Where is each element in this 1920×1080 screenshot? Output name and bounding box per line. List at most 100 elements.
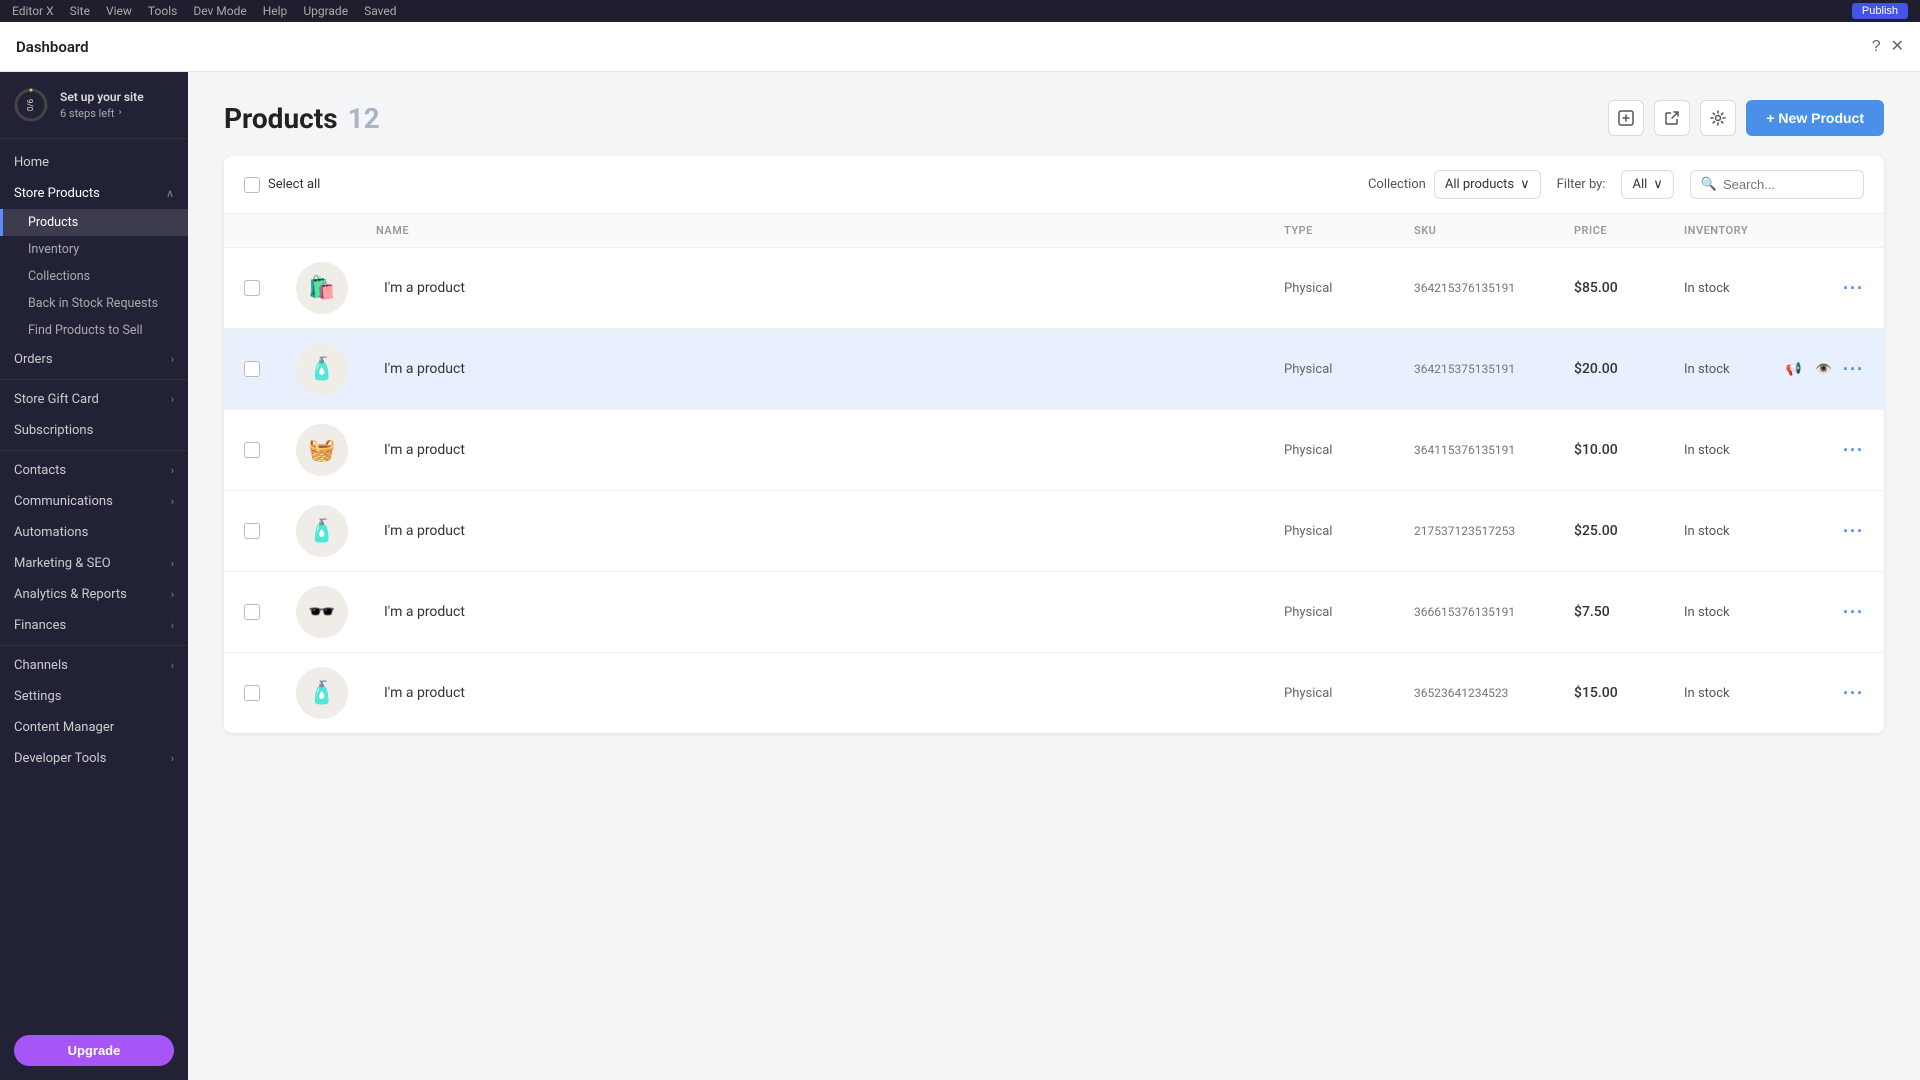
row-checkbox [244, 685, 296, 701]
promote-btn[interactable]: 📢 [1783, 358, 1805, 380]
sidebar-item-developer-tools[interactable]: Developer Tools › [0, 743, 188, 774]
product-price: $10.00 [1574, 442, 1684, 458]
sidebar-item-inventory[interactable]: Inventory [0, 236, 188, 263]
product-inventory: In stock [1684, 605, 1804, 620]
main-layout: 0/6 Set up your site 6 steps left › Home [0, 72, 1920, 1080]
row-checkbox [244, 280, 296, 296]
product-inventory: In stock [1684, 686, 1804, 701]
row-select-checkbox[interactable] [244, 685, 260, 701]
close-button[interactable]: ✕ [1891, 39, 1904, 55]
new-product-button[interactable]: + New Product [1746, 100, 1884, 136]
product-type: Physical [1284, 362, 1414, 377]
more-btn[interactable]: ··· [1843, 440, 1864, 461]
sidebar-item-store-products[interactable]: Store Products ∧ [0, 178, 188, 209]
row-checkbox [244, 523, 296, 539]
view-btn[interactable]: 👁️ [1813, 358, 1835, 380]
sidebar-item-automations[interactable]: Automations [0, 517, 188, 548]
collection-chevron: ∨ [1520, 177, 1530, 192]
product-sku: 217537123517253 [1414, 524, 1574, 538]
product-inventory: In stock [1684, 443, 1804, 458]
settings-button[interactable] [1700, 100, 1736, 136]
upgrade-btn-wrap: Upgrade [0, 1021, 188, 1080]
product-type: Physical [1284, 605, 1414, 620]
view-menu[interactable]: View [106, 4, 132, 18]
help-button[interactable]: ? [1872, 39, 1881, 55]
settings-icon [1710, 110, 1726, 126]
page-title-wrap: Products 12 [224, 102, 380, 135]
search-icon: 🔍 [1701, 177, 1717, 192]
table-row[interactable]: 🧴 I'm a product Physical 364215375135191… [224, 329, 1884, 410]
row-checkbox [244, 604, 296, 620]
product-name: I'm a product [376, 442, 1284, 458]
sidebar-item-channels[interactable]: Channels › [0, 650, 188, 681]
sidebar-item-orders[interactable]: Orders › [0, 344, 188, 375]
sidebar-item-settings[interactable]: Settings [0, 681, 188, 712]
row-actions: ··· [1804, 278, 1864, 299]
devmode-menu[interactable]: Dev Mode [193, 4, 246, 18]
table-row[interactable]: 🕶️ I'm a product Physical 36661537613519… [224, 572, 1884, 653]
tools-menu[interactable]: Tools [148, 4, 177, 18]
collection-filter: Collection All products ∨ [1368, 170, 1541, 199]
select-all-wrap: Select all [244, 177, 320, 193]
product-name: I'm a product [376, 523, 1284, 539]
select-all-checkbox[interactable] [244, 177, 260, 193]
row-actions: 📢 👁️ ··· [1804, 358, 1864, 380]
row-select-checkbox[interactable] [244, 604, 260, 620]
sidebar-item-find-products[interactable]: Find Products to Sell [0, 317, 188, 344]
table-row[interactable]: 🧺 I'm a product Physical 364115376135191… [224, 410, 1884, 491]
table-row[interactable]: 🛍️ I'm a product Physical 36421537613519… [224, 248, 1884, 329]
setup-steps: 6 steps left › [60, 106, 144, 121]
setup-chevron: › [119, 106, 122, 120]
product-inventory: In stock [1684, 281, 1804, 296]
product-thumbnail: 🧴 [296, 343, 348, 395]
sidebar-item-content-manager[interactable]: Content Manager [0, 712, 188, 743]
site-menu[interactable]: Site [70, 4, 90, 18]
modal-header: Dashboard ? ✕ [0, 22, 1920, 72]
row-select-checkbox[interactable] [244, 523, 260, 539]
export-button[interactable] [1608, 100, 1644, 136]
orders-chevron: › [171, 353, 174, 366]
upgrade-menu[interactable]: Upgrade [303, 4, 348, 18]
publish-button[interactable]: Publish [1852, 3, 1908, 19]
sidebar-item-marketing-seo[interactable]: Marketing & SEO › [0, 548, 188, 579]
content-area: Products 12 [188, 72, 1920, 1080]
row-select-checkbox[interactable] [244, 361, 260, 377]
row-select-checkbox[interactable] [244, 280, 260, 296]
product-price: $7.50 [1574, 604, 1684, 620]
table-row[interactable]: 🧴 I'm a product Physical 217537123517253… [224, 491, 1884, 572]
help-menu[interactable]: Help [263, 4, 288, 18]
table-row[interactable]: 🧴 I'm a product Physical 36523641234523 … [224, 653, 1884, 733]
setup-banner[interactable]: 0/6 Set up your site 6 steps left › [0, 72, 188, 139]
sidebar-item-home[interactable]: Home [0, 147, 188, 178]
sidebar-item-finances[interactable]: Finances › [0, 610, 188, 641]
product-type: Physical [1284, 686, 1414, 701]
sidebar-item-products[interactable]: Products [0, 209, 188, 236]
search-input[interactable] [1723, 177, 1853, 192]
sidebar-item-analytics-reports[interactable]: Analytics & Reports › [0, 579, 188, 610]
external-link-button[interactable] [1654, 100, 1690, 136]
row-checkbox [244, 361, 296, 377]
product-thumbnail: 🧺 [296, 424, 348, 476]
row-select-checkbox[interactable] [244, 442, 260, 458]
all-products-label: All products [1445, 177, 1514, 192]
sidebar-item-collections[interactable]: Collections [0, 263, 188, 290]
page-actions: + New Product [1608, 100, 1884, 136]
sidebar-item-contacts[interactable]: Contacts › [0, 455, 188, 486]
more-btn[interactable]: ··· [1843, 683, 1864, 704]
sidebar-item-subscriptions[interactable]: Subscriptions [0, 415, 188, 446]
filter-dropdown[interactable]: All ∨ [1621, 170, 1673, 199]
sidebar-item-back-in-stock[interactable]: Back in Stock Requests [0, 290, 188, 317]
select-all-label[interactable]: Select all [268, 177, 320, 192]
progress-ring: 0/6 [12, 86, 50, 124]
more-btn[interactable]: ··· [1843, 359, 1864, 380]
upgrade-button[interactable]: Upgrade [14, 1035, 174, 1066]
sidebar-item-store-gift-card[interactable]: Store Gift Card › [0, 384, 188, 415]
collection-dropdown[interactable]: All products ∨ [1434, 170, 1541, 199]
gift-card-chevron: › [171, 393, 174, 406]
sidebar-item-communications[interactable]: Communications › [0, 486, 188, 517]
product-thumbnail: 🛍️ [296, 262, 348, 314]
export-icon [1618, 110, 1634, 126]
more-btn[interactable]: ··· [1843, 602, 1864, 623]
more-btn[interactable]: ··· [1843, 521, 1864, 542]
more-btn[interactable]: ··· [1843, 278, 1864, 299]
